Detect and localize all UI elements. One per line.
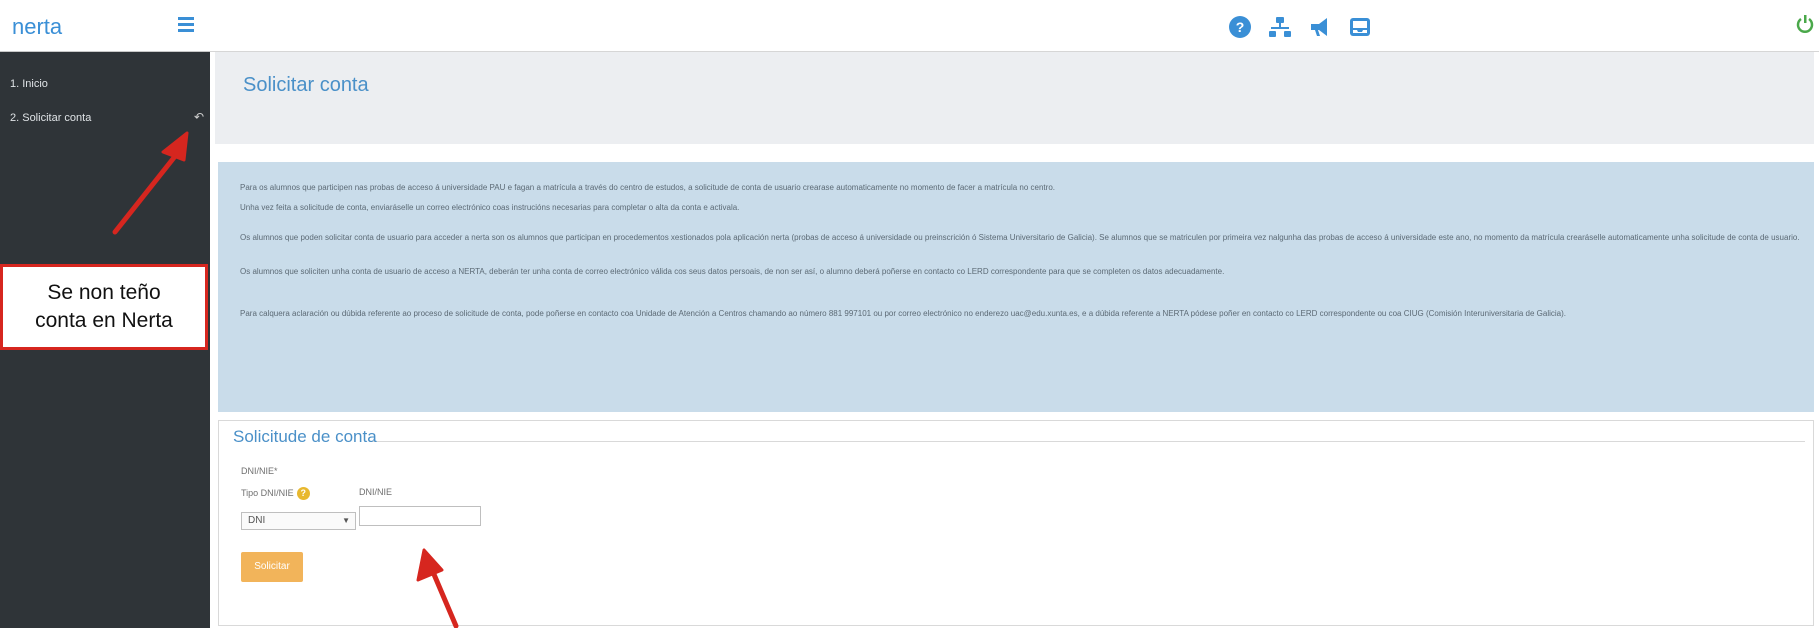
megaphone-icon[interactable] [1308, 15, 1332, 39]
form-legend: Solicitude de conta [233, 427, 377, 446]
power-icon[interactable] [1795, 14, 1815, 34]
solicitar-button[interactable]: Solicitar [241, 552, 303, 582]
hamburger-menu-icon[interactable] [178, 17, 194, 33]
sidebar-item-label: 1. Inicio [10, 78, 48, 90]
sidebar-item-inicio[interactable]: 1. Inicio [10, 78, 48, 90]
help-icon[interactable]: ? [1228, 15, 1252, 39]
doc-number-label: DNI/NIE [359, 487, 393, 497]
info-panel: Para os alumnos que participen nas proba… [218, 162, 1814, 412]
page-title: Solicitar conta [243, 74, 369, 96]
svg-text:?: ? [1236, 19, 1245, 35]
info-paragraph: Os alumnos que poden solicitar conta de … [240, 233, 1800, 242]
page-header: Solicitar conta [215, 52, 1814, 144]
return-arrow-icon: ↶ [194, 110, 205, 124]
doc-type-label: Tipo DNI/NIE [241, 487, 294, 498]
question-icon[interactable]: ? [296, 487, 310, 500]
doc-type-selected: DNI [248, 515, 266, 526]
brand-bar: nerta [0, 0, 210, 52]
callout-line: Se non teño [47, 281, 161, 304]
sidebar-item-label: 2. Solicitar conta [10, 112, 92, 124]
brand-logo[interactable]: nerta [12, 14, 62, 40]
info-paragraph: Para calquera aclaración ou dúbida refer… [240, 309, 1566, 318]
info-paragraph: Para os alumnos que participen nas proba… [240, 183, 1055, 192]
network-icon[interactable] [1268, 15, 1292, 39]
account-request-form: Solicitude de conta DNI/NIE* Tipo DNI/NI… [218, 420, 1814, 626]
callout-line: conta en Nerta [35, 309, 173, 332]
doc-type-label-row: Tipo DNI/NIE? [241, 487, 310, 500]
doc-type-select[interactable]: DNI ▼ [241, 512, 356, 530]
section-label: DNI/NIE* [241, 466, 278, 476]
chevron-down-icon: ▼ [342, 516, 350, 525]
sidebar-item-solicitar-conta[interactable]: 2. Solicitar conta ↶ [10, 110, 204, 124]
doc-number-input[interactable] [359, 506, 481, 526]
inbox-icon[interactable] [1348, 15, 1372, 39]
info-paragraph: Unha vez feita a solicitude de conta, en… [240, 203, 740, 212]
top-bar: ? [210, 0, 1819, 52]
info-paragraph: Os alumnos que soliciten unha conta de u… [240, 267, 1225, 276]
annotation-callout: Se non teño conta en Nerta [0, 264, 208, 350]
main-content: Solicitar conta Para os alumnos que part… [210, 52, 1819, 628]
legend-divider [369, 441, 1805, 442]
